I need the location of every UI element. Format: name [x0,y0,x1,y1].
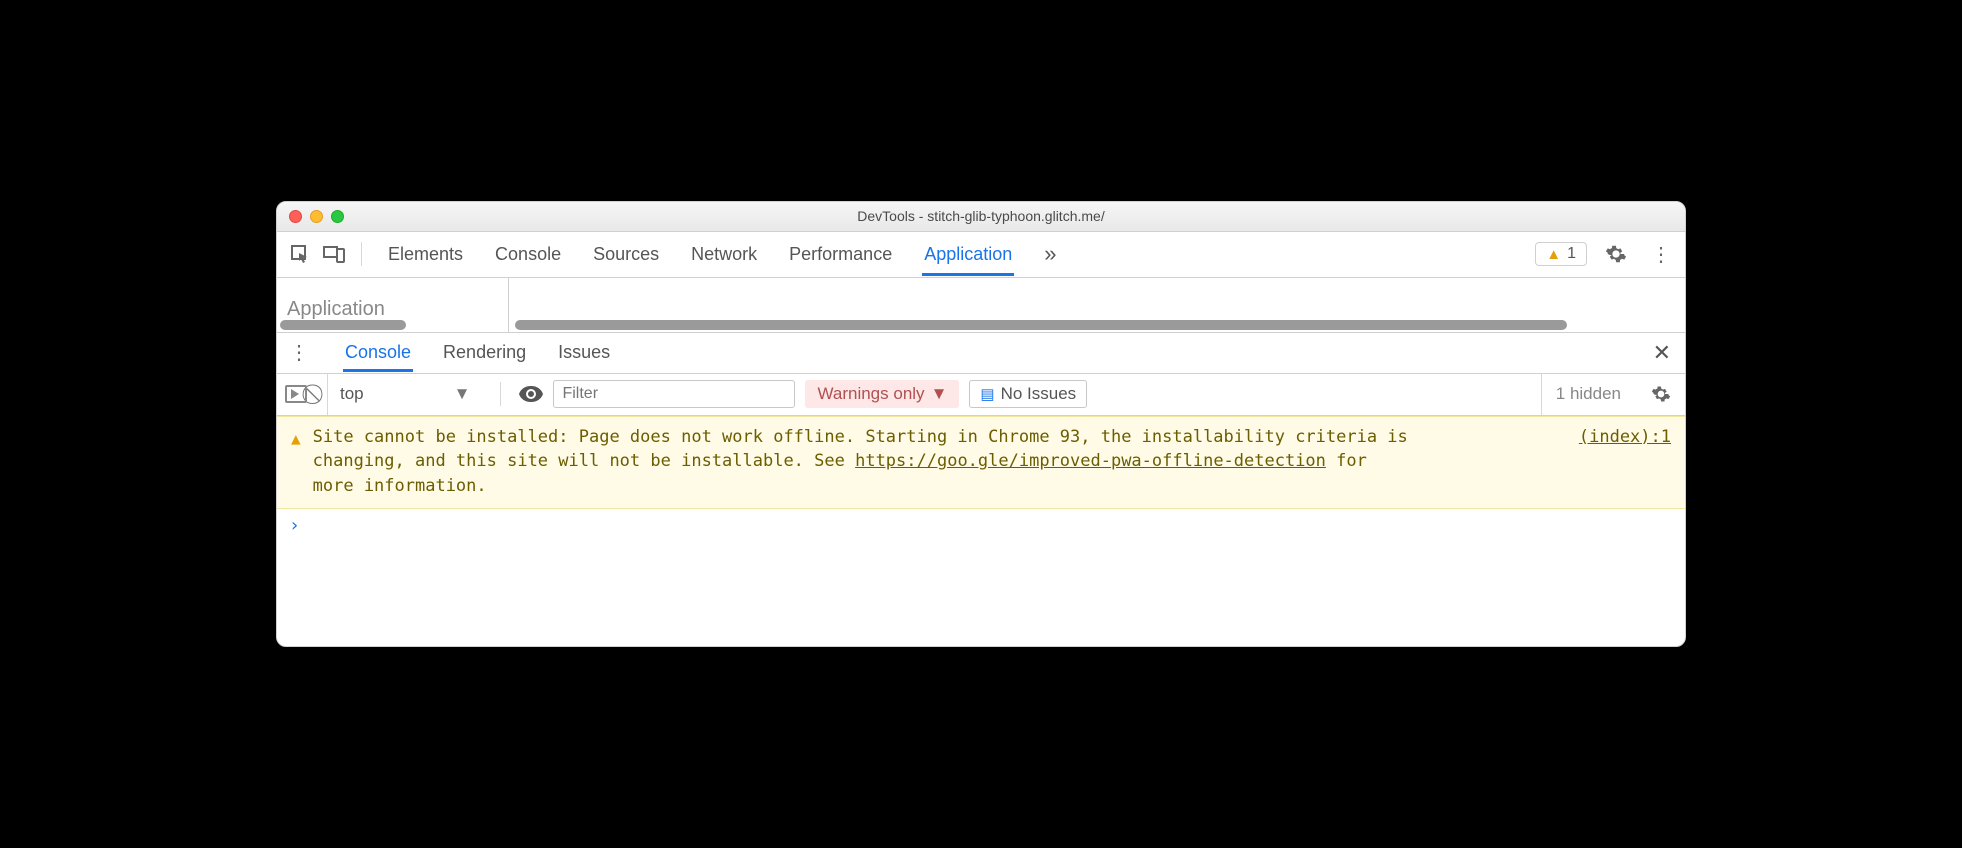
warning-source-link[interactable]: (index):1 [1579,425,1671,499]
chevron-down-icon: ▼ [454,384,471,404]
warning-triangle-icon: ▲ [1546,246,1561,263]
console-warning-message[interactable]: ▲ Site cannot be installed: Page does no… [277,416,1685,510]
inspect-element-icon[interactable] [285,239,315,269]
application-panel: Application [277,278,1685,332]
more-menu-icon[interactable]: ⋮ [1645,238,1677,271]
toolbar-divider [361,242,362,266]
devtools-window: DevTools - stitch-glib-typhoon.glitch.me… [276,201,1686,648]
issues-label: No Issues [1001,384,1077,404]
issues-count: 1 [1567,245,1576,263]
main-toolbar: Elements Console Sources Network Perform… [277,232,1685,278]
filter-input[interactable] [553,380,795,408]
context-value: top [340,384,364,404]
main-scrollbar[interactable] [515,320,1567,330]
message-icon: ▤ [980,385,994,403]
hidden-messages[interactable]: 1 hidden [1541,374,1635,415]
live-expression-eye-icon[interactable] [519,386,543,402]
tab-performance[interactable]: Performance [787,234,894,275]
issues-indicator[interactable]: ▲ 1 [1535,242,1587,266]
warning-text: Site cannot be installed: Page does not … [313,425,1413,499]
chevron-down-icon: ▼ [931,384,948,404]
console-toolbar: ⃠ top ▼ Warnings only ▼ ▤ No Issues 1 hi… [277,374,1685,416]
context-selector[interactable]: top ▼ [327,374,482,415]
application-main[interactable] [509,278,1685,332]
titlebar: DevTools - stitch-glib-typhoon.glitch.me… [277,202,1685,232]
log-level-label: Warnings only [817,384,924,404]
toolbar-divider [500,382,501,406]
drawer-tab-rendering[interactable]: Rendering [441,334,528,371]
tab-network[interactable]: Network [689,234,759,275]
tab-sources[interactable]: Sources [591,234,661,275]
window-title: DevTools - stitch-glib-typhoon.glitch.me… [277,208,1685,224]
toggle-console-sidebar-icon[interactable] [285,385,307,403]
issues-button[interactable]: ▤ No Issues [969,380,1087,408]
prompt-chevron-icon: › [289,515,300,536]
console-settings-gear-icon[interactable] [1645,384,1677,404]
device-toolbar-icon[interactable] [319,239,349,269]
sidebar-heading: Application [287,298,498,321]
application-sidebar[interactable]: Application [277,278,509,332]
drawer-close-icon[interactable]: ✕ [1645,336,1679,370]
tab-elements[interactable]: Elements [386,234,465,275]
drawer-tab-issues[interactable]: Issues [556,334,612,371]
tab-console[interactable]: Console [493,234,563,275]
drawer-tab-console[interactable]: Console [343,334,413,371]
tabs-overflow-icon[interactable]: » [1042,231,1058,277]
main-tabs: Elements Console Sources Network Perform… [386,231,1531,277]
warning-triangle-icon: ▲ [291,427,301,499]
warning-link[interactable]: https://goo.gle/improved-pwa-offline-det… [855,451,1326,471]
log-level-selector[interactable]: Warnings only ▼ [805,380,959,408]
drawer-more-icon[interactable]: ⋮ [283,336,315,369]
tab-application[interactable]: Application [922,234,1014,275]
sidebar-scrollbar[interactable] [280,320,406,330]
console-prompt[interactable]: › [277,509,1685,646]
settings-gear-icon[interactable] [1599,239,1633,269]
drawer-tabs: ⋮ Console Rendering Issues ✕ [277,332,1685,374]
